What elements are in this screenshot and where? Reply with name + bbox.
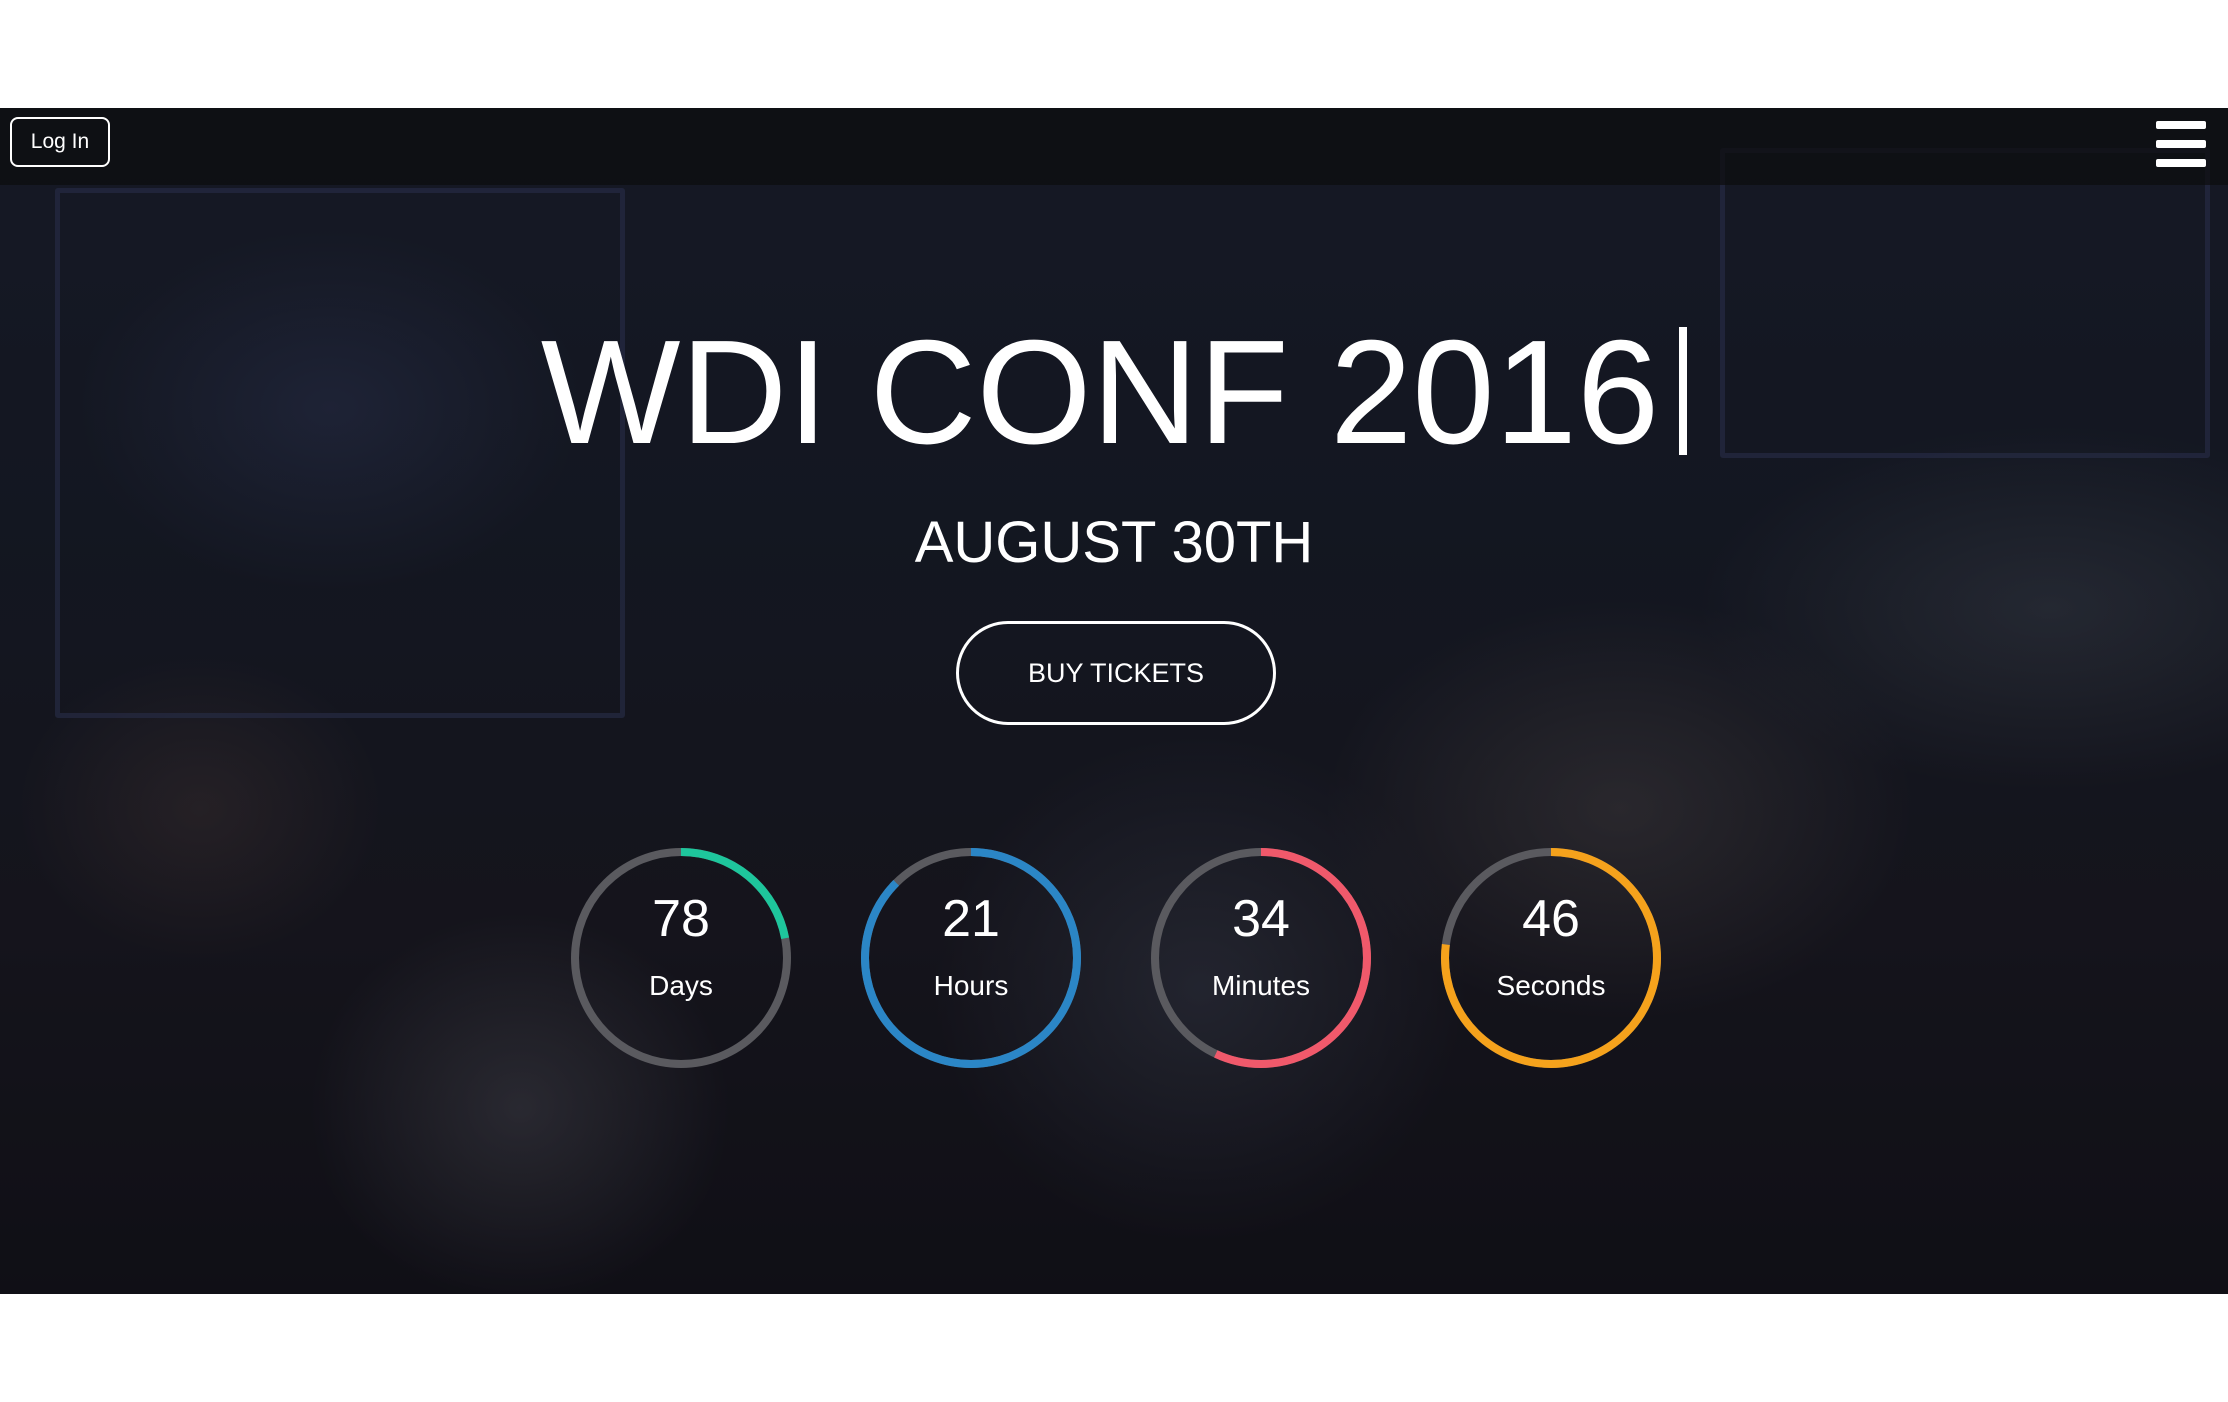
conference-title: WDI CONF 2016 bbox=[0, 313, 2228, 473]
countdown-hours-value: 21 bbox=[942, 890, 1000, 948]
countdown-seconds-value: 46 bbox=[1522, 890, 1580, 948]
menu-bar-line bbox=[2156, 159, 2206, 167]
countdown-seconds-ring bbox=[1441, 848, 1661, 1068]
countdown-days-ring bbox=[571, 848, 791, 1068]
countdown-seconds-label: Seconds bbox=[1496, 970, 1606, 1001]
page: Log In WDI CONF 2016 AUGUST 30TH BUY TIC… bbox=[0, 0, 2228, 1402]
countdown-hours-label: Hours bbox=[933, 970, 1009, 1001]
countdown-minutes-value: 34 bbox=[1232, 890, 1290, 948]
countdown-seconds: 46 Seconds bbox=[1438, 845, 1664, 1071]
top-navbar: Log In bbox=[0, 108, 2228, 185]
ring-progress bbox=[861, 848, 1081, 1068]
login-button[interactable]: Log In bbox=[10, 117, 110, 167]
countdown-minutes-ring bbox=[1151, 848, 1371, 1068]
menu-bar-line bbox=[2156, 121, 2206, 129]
buy-tickets-button[interactable]: BUY TICKETS bbox=[956, 621, 1276, 725]
countdown-minutes-label: Minutes bbox=[1211, 970, 1311, 1001]
hamburger-menu-icon[interactable] bbox=[2156, 121, 2206, 167]
conference-title-text: WDI CONF 2016 bbox=[540, 310, 1660, 475]
countdown-hours-ring bbox=[861, 848, 1081, 1068]
hero-section: Log In WDI CONF 2016 AUGUST 30TH BUY TIC… bbox=[0, 108, 2228, 1294]
typing-cursor bbox=[1679, 327, 1688, 455]
countdown-hours: 21 Hours bbox=[858, 845, 1084, 1071]
countdown-days-value: 78 bbox=[652, 890, 710, 948]
countdown-minutes: 34 Minutes bbox=[1148, 845, 1374, 1071]
menu-bar-line bbox=[2156, 140, 2206, 148]
countdown-days: 78 Days bbox=[568, 845, 794, 1071]
countdown-days-label: Days bbox=[649, 970, 713, 1001]
conference-date: AUGUST 30TH bbox=[914, 510, 1314, 575]
